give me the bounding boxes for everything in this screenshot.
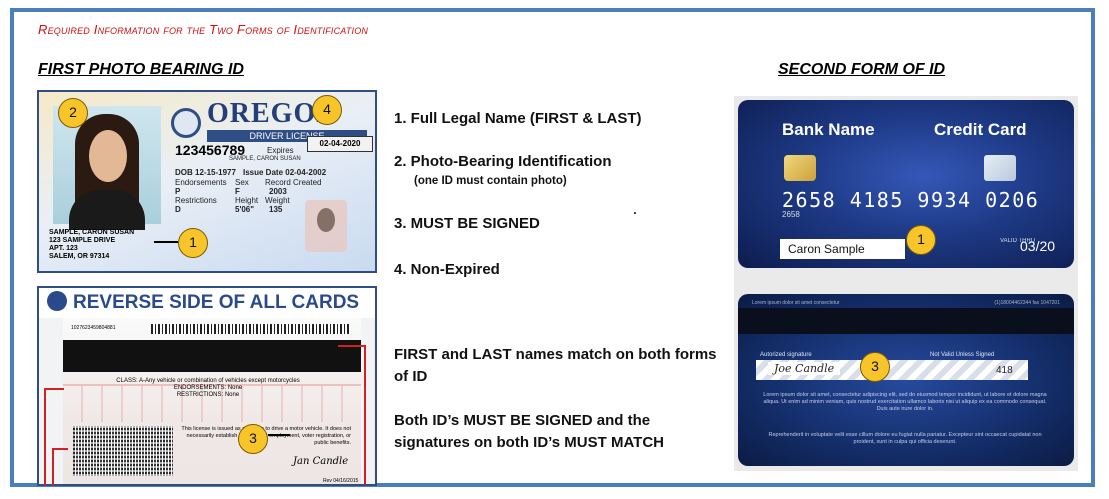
barcode-icon <box>151 324 351 334</box>
arrow-icon <box>268 434 290 436</box>
requirement-1: 1. Full Legal Name (FIRST & LAST) <box>394 110 642 127</box>
sex-value: F <box>235 187 240 196</box>
license-address: SAMPLE, CARON SUSAN 123 SAMPLE DRIVE APT… <box>49 229 135 260</box>
second-id-header: SECOND FORM OF ID <box>778 61 946 78</box>
requirement-3: 3. MUST BE SIGNED <box>394 215 540 232</box>
card-cvv: 418 <box>996 365 1013 376</box>
record-value: 2003 <box>269 187 287 196</box>
cardholder-name: Caron Sample <box>780 239 905 259</box>
callout-badge-3-credit: 3 <box>860 352 890 382</box>
card-back-topline: Lorem ipsum dolor sit amet consectetur <box>752 300 840 306</box>
reverse-card: 1027623459804881 CLASS: A-Any vehicle or… <box>63 318 361 484</box>
expiration-date-box: 02-04-2020 <box>307 136 373 152</box>
red-pointer-line <box>44 388 46 486</box>
weight-value: 135 <box>269 205 283 214</box>
sex-label: Sex <box>235 178 249 187</box>
card-expiration: 03/20 <box>1020 238 1056 254</box>
first-id-header: FIRST PHOTO BEARING ID <box>38 61 244 78</box>
reverse-code: 1027623459804881 <box>71 325 116 331</box>
issue-date: Issue Date 02-04-2002 <box>243 168 327 177</box>
revision-date: Rev 04/16/2015 <box>323 478 359 484</box>
card-magnetic-stripe <box>738 308 1074 334</box>
not-valid-label: Not Valid Unless Signed <box>930 352 995 358</box>
dob: DOB 12-15-1977 <box>175 168 236 177</box>
chip-icon <box>784 155 816 181</box>
magnetic-stripe <box>63 340 361 372</box>
endorsements-value: P <box>175 187 181 196</box>
card-back-text-2: Reprehenderit in voluptate velit esse ci… <box>768 432 1042 445</box>
bank-name: Bank Name <box>782 120 875 139</box>
sample-name-small: SAMPLE, CARON SUSAN <box>229 156 301 162</box>
card-number: 2658 4185 9934 0206 <box>782 188 1040 212</box>
callout-badge-2: 2 <box>58 98 88 128</box>
card-type: Credit Card <box>934 120 1027 139</box>
reverse-heading: REVERSE SIDE OF ALL CARDS <box>39 288 375 318</box>
license-reverse-side: REVERSE SIDE OF ALL CARDS 10276234598048… <box>37 286 377 486</box>
hologram-icon <box>984 155 1016 181</box>
requirement-4: 4. Non-Expired <box>394 261 500 278</box>
license-signature: Jan Candle <box>293 456 349 467</box>
card-back-text: Lorem ipsum dolor sit amet, consectetur … <box>763 392 1047 412</box>
callout-badge-3: 3 <box>238 424 268 454</box>
page-title: Required Information for the Two Forms o… <box>38 22 369 37</box>
height-label: Height <box>235 196 259 205</box>
authorized-signature-label: Autorized signature <box>760 352 812 358</box>
card-number-small: 2658 <box>782 210 800 219</box>
names-match-note: FIRST and LAST names match on both forms… <box>394 346 717 385</box>
height-value: 5'06" <box>235 205 255 214</box>
signatures-match-note: Both ID’s MUST BE SIGNED and the signatu… <box>394 412 664 451</box>
callout-badge-4: 4 <box>312 95 342 125</box>
callout-badge-1-credit: 1 <box>906 225 936 255</box>
arrow-icon <box>154 241 178 243</box>
weight-label: Weight <box>265 196 290 205</box>
state-seal-icon <box>171 108 201 138</box>
requirement-2: 2. Photo-Bearing Identification <box>394 153 612 170</box>
requirement-2-note: (one ID must contain photo) <box>414 175 567 187</box>
card-signature: Joe Candle <box>768 362 841 375</box>
reverse-class-info: CLASS: A-Any vehicle or combination of v… <box>116 378 300 398</box>
card-back-phone: (1)18004462344 fax 1047201 <box>994 300 1060 306</box>
expires-label: Expires <box>267 146 294 155</box>
ghost-photo <box>305 200 347 252</box>
callout-badge-1: 1 <box>178 228 208 258</box>
credit-card-back: Lorem ipsum dolor sit amet consectetur (… <box>738 294 1074 466</box>
restrictions-label: Restrictions <box>175 196 217 205</box>
restrictions-value: D <box>175 205 181 214</box>
record-label: Record Created <box>265 178 322 187</box>
oregon-logo-icon <box>47 290 67 311</box>
endorsements-label: Endorsements <box>175 178 227 187</box>
